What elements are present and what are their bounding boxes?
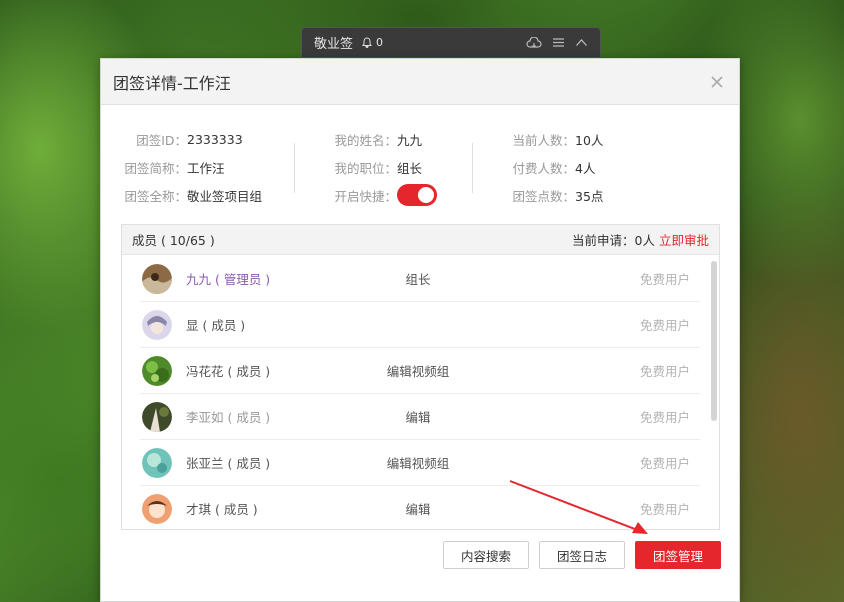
team-manage-button[interactable]: 团签管理 <box>635 541 721 569</box>
shortcut-toggle[interactable] <box>397 184 437 206</box>
avatar <box>142 401 172 432</box>
info-shortcut: 开启快捷： <box>307 181 437 209</box>
members-panel: 成员 ( 10/65 ) 当前申请：0人 立即审批 九九 ( 管理员 ) 组长 免… <box>121 224 720 530</box>
member-row[interactable]: 九九 ( 管理员 ) 组长 免费用户 <box>140 256 700 302</box>
pending-applications: 当前申请：0人 立即审批 <box>572 233 709 248</box>
info-team-id: 团签ID： 2333333 <box>136 131 243 148</box>
mini-bar: 敬业签 0 <box>301 27 601 57</box>
toggle-knob <box>418 187 434 203</box>
avatar <box>142 263 172 294</box>
approve-now-link[interactable]: 立即审批 <box>659 233 709 248</box>
info-team-points: 团签点数： 35点 <box>512 188 604 204</box>
member-row[interactable]: 冯花花 ( 成员 ) 编辑视频组 免费用户 <box>140 348 700 394</box>
info-team-full-name: 团签全称： 敬业签项目组 <box>124 188 263 204</box>
info-team-short-name: 团签简称： 工作汪 <box>124 160 225 176</box>
team-detail-dialog: 团签详情-工作汪 团签ID： 2333333 团签简称： 工作汪 团签全称： 敬业签项… <box>100 58 740 602</box>
info-current-members: 当前人数： 10人 <box>512 132 604 148</box>
dialog-header: 团签详情-工作汪 <box>101 59 739 105</box>
member-row[interactable]: 李亚如 ( 成员 ) 编辑 免费用户 <box>140 394 700 440</box>
info-column-team: 团签ID： 2333333 团签简称： 工作汪 团签全称： 敬业签项目组 <box>101 125 262 209</box>
team-log-button[interactable]: 团签日志 <box>539 541 625 569</box>
cloud-sync-icon[interactable] <box>526 36 542 49</box>
content-search-button[interactable]: 内容搜索 <box>443 541 529 569</box>
members-title: 成员 ( 10/65 ) <box>132 233 215 248</box>
close-icon <box>711 75 723 88</box>
member-row[interactable]: 显 ( 成员 ) 免费用户 <box>140 302 700 348</box>
members-header: 成员 ( 10/65 ) 当前申请：0人 立即审批 <box>122 225 719 255</box>
dialog-title: 团签详情-工作汪 <box>113 73 231 93</box>
bell-icon <box>362 36 372 48</box>
notification-bell[interactable]: 0 <box>361 36 383 49</box>
member-list-scrollbar[interactable] <box>711 261 717 421</box>
avatar <box>142 447 172 478</box>
info-column-me: 我的姓名： 九九 我的职位： 组长 开启快捷： <box>307 125 437 209</box>
notification-count: 0 <box>376 36 384 49</box>
info-my-name: 我的姓名： 九九 <box>334 132 423 148</box>
pending-count: 0人 <box>634 233 655 248</box>
divider <box>294 143 295 193</box>
info-my-position: 我的职位： 组长 <box>334 160 423 176</box>
avatar <box>142 355 172 386</box>
chevron-up-icon[interactable] <box>575 38 588 47</box>
divider <box>472 143 473 193</box>
avatar <box>142 493 172 524</box>
avatar <box>142 309 172 340</box>
info-column-stats: 当前人数： 10人 付费人数： 4人 团签点数： 35点 <box>483 125 603 209</box>
close-button[interactable] <box>707 72 727 92</box>
member-row[interactable]: 才琪 ( 成员 ) 编辑 免费用户 <box>140 486 700 529</box>
app-title: 敬业签 <box>314 37 354 52</box>
team-info: 团签ID： 2333333 团签简称： 工作汪 团签全称： 敬业签项目组 我的姓名：九… <box>101 125 739 215</box>
info-paid-members: 付费人数： 4人 <box>512 160 596 176</box>
member-row[interactable]: 张亚兰 ( 成员 ) 编辑视频组 免费用户 <box>140 440 700 486</box>
menu-icon[interactable] <box>552 37 565 48</box>
member-list: 九九 ( 管理员 ) 组长 免费用户 显 ( 成员 ) 免费用户 冯花花 ( 成… <box>122 256 719 529</box>
